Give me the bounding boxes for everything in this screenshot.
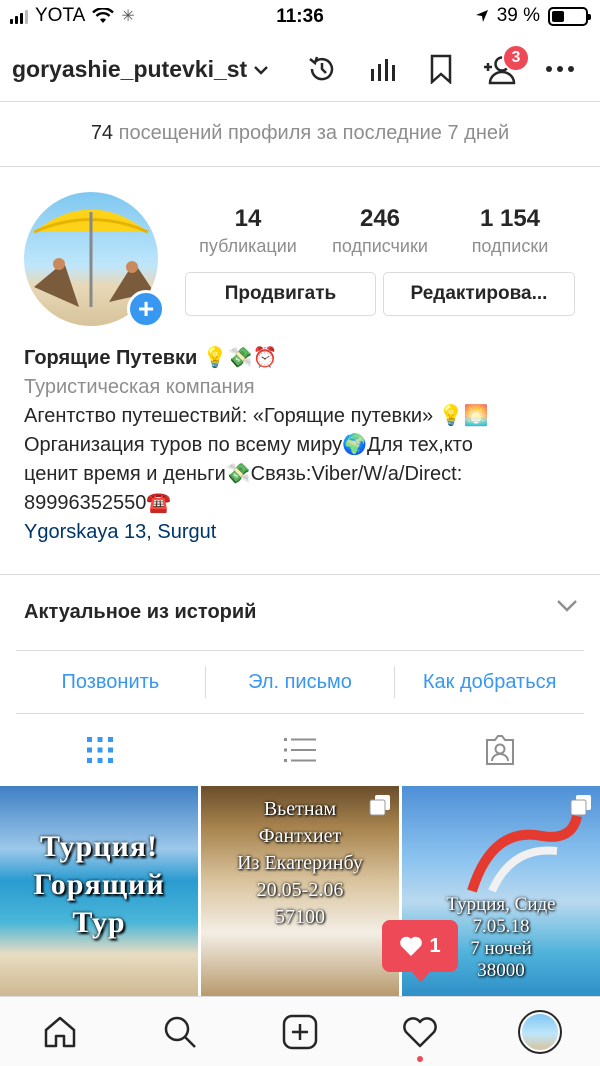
grid-icon — [87, 737, 113, 763]
account-switcher[interactable]: goryashie_putevki_st — [12, 56, 269, 83]
post-caption: Вьетнам Фантхиет Из Екатеринбу 20.05-2.06 57… — [237, 798, 363, 928]
saved-bookmark-icon[interactable] — [424, 52, 458, 86]
chevron-down-icon — [254, 65, 269, 75]
bio-line: Агентство путешествий: «Горящие путевки»… — [24, 405, 489, 427]
edit-profile-button[interactable]: Редактирова... — [383, 272, 575, 316]
visits-count: 74 — [90, 122, 114, 144]
directions-button[interactable]: Как добраться — [395, 671, 584, 694]
nav-new-post[interactable] — [240, 997, 360, 1066]
following-stat[interactable]: 1 154 подписки — [456, 205, 564, 257]
battery-icon — [548, 6, 591, 26]
post-thumbnail[interactable]: Вьетнам Фантхиет Из Екатеринбу 20.05-2.06 57… — [201, 786, 399, 996]
tab-grid[interactable] — [0, 736, 200, 764]
story-highlights[interactable]: Актуальное из историй — [0, 574, 600, 650]
home-icon — [44, 1016, 76, 1047]
chevron-down-icon — [557, 600, 577, 612]
profile-avatar-icon — [518, 1009, 562, 1054]
promote-button[interactable]: Продвигать — [185, 272, 376, 316]
list-icon — [284, 738, 316, 762]
post-caption: Турция! Горящий Тур — [33, 830, 165, 939]
more-options-icon[interactable] — [543, 52, 577, 86]
bio-line: Организация туров по всему миру🌍Для тех,… — [24, 434, 473, 456]
add-post-icon — [282, 1014, 318, 1049]
tab-tagged[interactable] — [400, 734, 600, 766]
activity-toast[interactable]: 1 — [382, 920, 458, 982]
battery-percent: 39 % — [496, 5, 540, 26]
call-button[interactable]: Позвонить — [16, 671, 205, 694]
profile-category: Туристическая компания — [24, 376, 255, 398]
like-count: 1 — [429, 934, 441, 957]
bio-line: 89996352550☎️ — [24, 492, 172, 514]
notification-badge: 3 — [502, 44, 530, 72]
archive-history-icon[interactable] — [305, 52, 339, 86]
posts-count: 14 — [234, 205, 262, 232]
post-thumbnail[interactable]: Турция! Горящий Тур — [0, 786, 198, 996]
status-bar: YOTA ✳ 11:36 39 % — [0, 0, 600, 36]
username: goryashie_putevki_st — [12, 56, 248, 82]
tab-list[interactable] — [200, 736, 400, 764]
insights-icon[interactable] — [366, 52, 400, 86]
posts-grid: Турция! Горящий Тур Вьетнам Фантхиет Из Екат… — [0, 786, 600, 996]
view-tabs — [0, 714, 600, 786]
profile-name: Горящие Путевки 💡💸⏰ — [24, 347, 278, 369]
email-button[interactable]: Эл. письмо — [206, 671, 395, 694]
following-count: 1 154 — [479, 205, 541, 232]
bottom-navigation — [0, 996, 600, 1066]
location-arrow-icon — [475, 10, 488, 22]
bio-line: ценит время и деньги💸Связь:Viber/W/a/Dir… — [24, 463, 463, 485]
heart-outline-icon — [403, 1016, 437, 1047]
visits-text: посещений профиля за последние 7 дней — [118, 122, 510, 144]
activity-dot — [417, 1056, 423, 1062]
highlights-title: Актуальное из историй — [24, 601, 257, 623]
profile-visits-banner[interactable]: 74 посещений профиля за последние 7 дней — [0, 103, 600, 167]
tagged-person-icon — [486, 735, 514, 765]
posts-label: публикации — [199, 236, 297, 256]
nav-activity[interactable] — [360, 997, 480, 1066]
nav-home[interactable] — [0, 997, 120, 1066]
profile-bio: Горящие Путевки 💡💸⏰ Туристическая компан… — [24, 344, 584, 547]
followers-stat[interactable]: 246 подписчики — [318, 205, 442, 257]
water-slide-icon — [467, 814, 582, 893]
nav-search[interactable] — [120, 997, 240, 1066]
following-label: подписки — [471, 236, 549, 256]
posts-stat[interactable]: 14 публикации — [188, 205, 308, 257]
nav-profile[interactable] — [480, 997, 600, 1066]
contact-bar: Позвонить Эл. письмо Как добраться — [16, 650, 584, 714]
heart-icon — [400, 936, 423, 956]
followers-label: подписчики — [332, 236, 428, 256]
search-icon — [164, 1016, 196, 1048]
location-link[interactable]: Ygorskaya 13, Surgut — [24, 518, 584, 547]
followers-count: 246 — [359, 205, 401, 232]
add-story-button[interactable]: + — [127, 290, 165, 328]
